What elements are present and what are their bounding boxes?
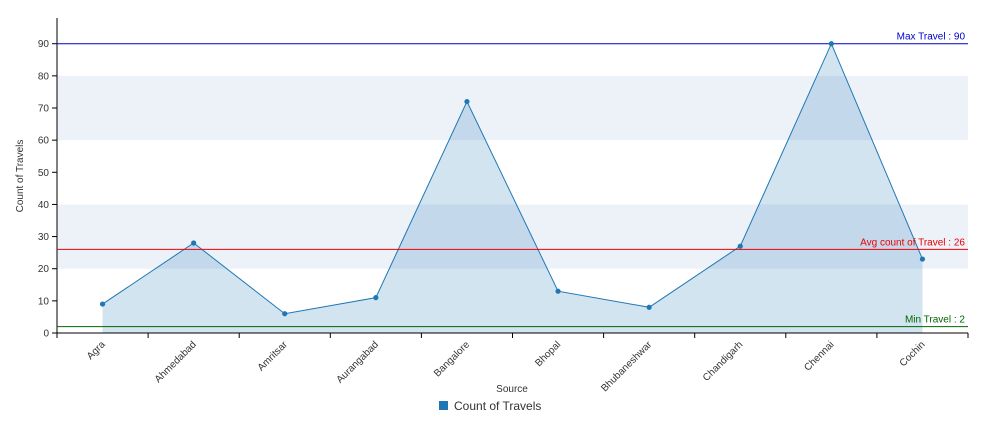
x-tick-label: Chandigarh bbox=[701, 339, 745, 383]
data-point[interactable] bbox=[99, 301, 106, 307]
x-tick-label: Bhubaneshwar bbox=[599, 339, 654, 394]
y-tick-label: 60 bbox=[38, 136, 50, 147]
x-tick-label: Agra bbox=[85, 339, 108, 362]
x-tick-label: Ahmedabad bbox=[153, 339, 199, 385]
area-chart: 0 10 20 30 40 50 60 70 80 90 Agra Ahmedabad Amritsa… bbox=[15, 18, 969, 413]
y-tick-label: 80 bbox=[38, 71, 50, 82]
y-axis-ticks: 0 10 20 30 40 50 60 70 80 90 bbox=[38, 39, 57, 340]
x-tick-label: Bhopal bbox=[533, 339, 563, 369]
reference-line-label: Avg count of Travel : 26 bbox=[860, 237, 965, 248]
y-tick-label: 30 bbox=[38, 232, 50, 243]
reference-line-label: Max Travel : 90 bbox=[897, 32, 966, 43]
x-tick-label: Chennai bbox=[802, 339, 836, 373]
y-tick-label: 20 bbox=[38, 264, 50, 275]
data-point[interactable] bbox=[464, 98, 470, 105]
data-point[interactable] bbox=[646, 304, 652, 310]
chart-container: 0 10 20 30 40 50 60 70 80 90 Agra Ahmedabad Amritsa… bbox=[0, 0, 986, 418]
x-tick-label: Aurangabad bbox=[335, 339, 381, 385]
data-point[interactable] bbox=[737, 243, 743, 249]
y-tick-label: 90 bbox=[38, 39, 50, 50]
legend-label: Count of Travels bbox=[454, 399, 541, 413]
data-point[interactable] bbox=[191, 240, 197, 246]
x-tick-label: Bangalore bbox=[432, 339, 472, 379]
data-point[interactable] bbox=[282, 311, 288, 317]
x-tick-label: Amritsar bbox=[256, 339, 291, 374]
x-tick-label: Cochin bbox=[898, 339, 928, 369]
data-point[interactable] bbox=[555, 288, 561, 294]
y-tick-label: 10 bbox=[38, 296, 50, 307]
y-tick-label: 50 bbox=[38, 168, 50, 179]
y-tick-label: 70 bbox=[38, 104, 50, 115]
data-point[interactable] bbox=[828, 41, 834, 47]
data-point[interactable] bbox=[919, 256, 926, 262]
y-tick-label: 40 bbox=[38, 200, 50, 211]
x-axis-title: Source bbox=[496, 384, 528, 395]
data-point[interactable] bbox=[373, 295, 379, 301]
y-axis-title: Count of Travels bbox=[15, 140, 26, 213]
y-tick-label: 0 bbox=[43, 329, 49, 340]
legend[interactable]: Count of Travels bbox=[439, 399, 541, 413]
legend-swatch bbox=[439, 401, 448, 410]
reference-line-label: Min Travel : 2 bbox=[905, 315, 965, 326]
